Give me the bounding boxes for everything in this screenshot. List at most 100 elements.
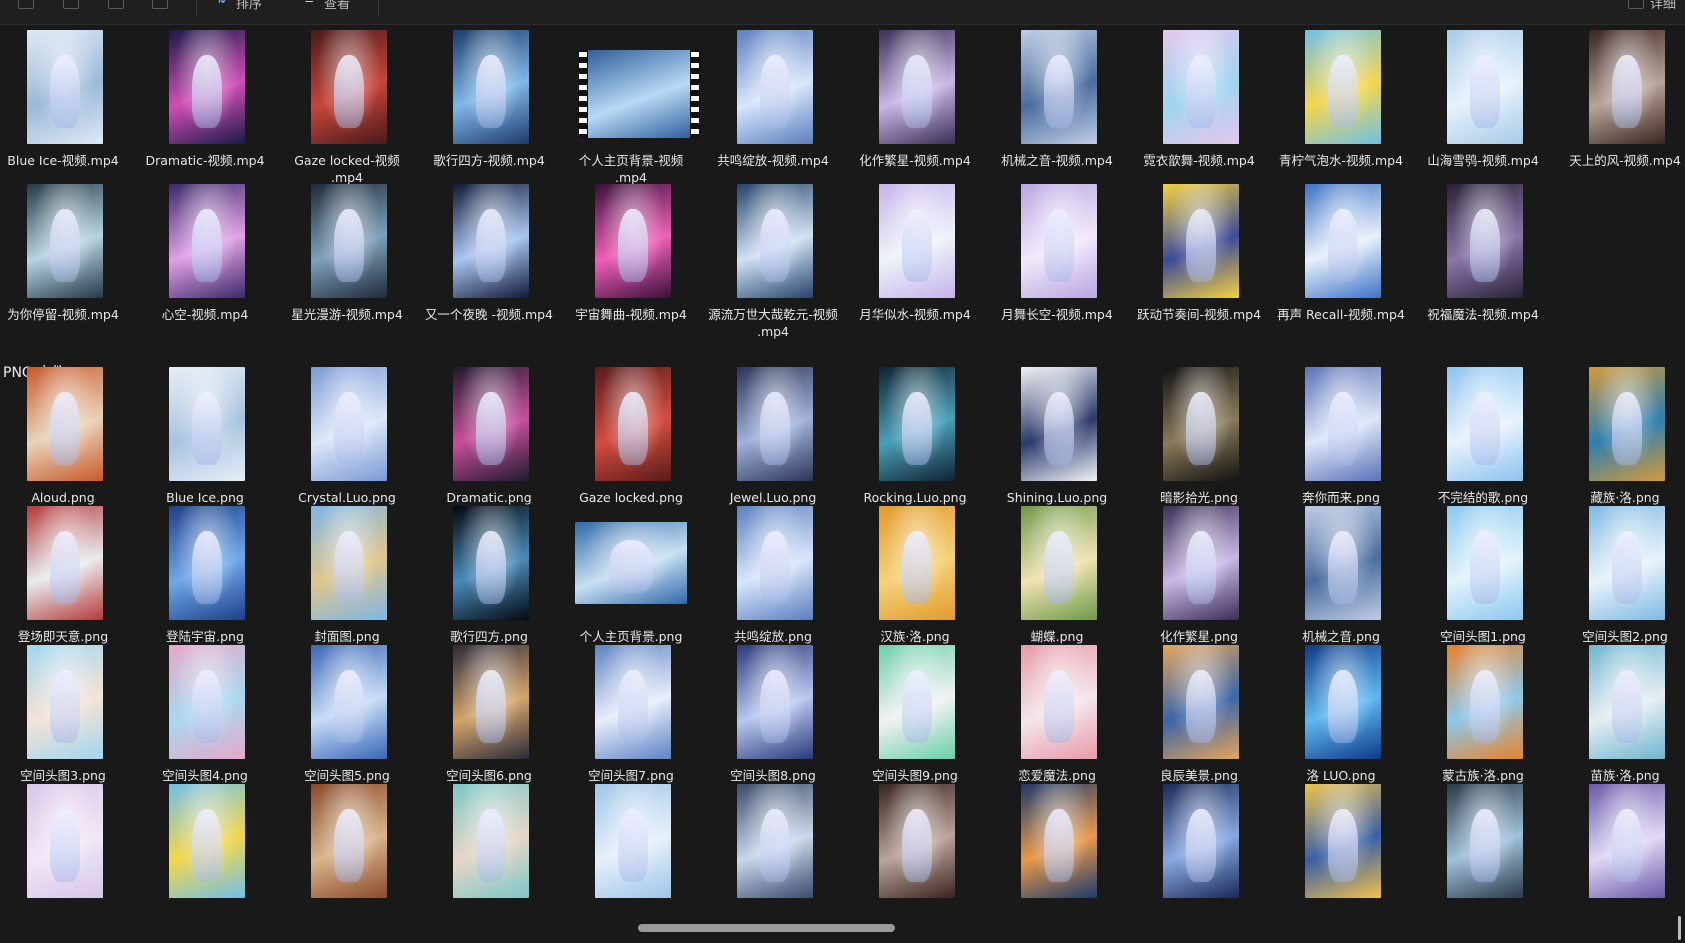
paste-icon[interactable] — [108, 0, 124, 9]
file-name-label: 封面图.png — [314, 629, 380, 644]
file-thumbnail — [311, 367, 387, 481]
file-thumbnail — [27, 367, 103, 481]
file-name-label: 空间头图7.png — [588, 768, 674, 783]
file-thumbnail — [879, 184, 955, 298]
file-name-label: Gaze locked.png — [579, 490, 683, 505]
sort-icon[interactable]: ⇅ — [216, 0, 226, 6]
file-name-label: Blue Ice-视频.mp4 — [7, 153, 119, 168]
file-thumbnail — [1589, 645, 1665, 759]
file-name-label: Jewel.Luo.png — [729, 490, 817, 505]
file-thumbnail — [1021, 645, 1097, 759]
file-name-label: 再声 Recall-视频.mp4 — [1277, 307, 1405, 322]
file-name-label: 化作繁星-视频.mp4 — [859, 153, 971, 168]
file-thumbnail — [169, 367, 245, 481]
file-thumbnail — [1163, 784, 1239, 898]
file-name-label: 空间头图4.png — [162, 768, 248, 783]
file-thumbnail — [1021, 367, 1097, 481]
file-thumbnail — [311, 506, 387, 620]
file-thumbnail — [1589, 367, 1665, 481]
copy-icon[interactable] — [63, 0, 79, 9]
file-thumbnail — [595, 367, 671, 481]
file-thumbnail — [169, 184, 245, 298]
file-name-label: 星光漫游-视频.mp4 — [291, 307, 403, 322]
file-name-label: 空间头图6.png — [446, 768, 532, 783]
file-thumbnail — [575, 522, 687, 604]
file-thumbnail — [737, 645, 813, 759]
view-icon[interactable]: ≡ — [304, 0, 314, 6]
file-thumbnail — [1021, 30, 1097, 144]
file-thumbnail — [311, 784, 387, 898]
file-name-label: Shining.Luo.png — [1006, 490, 1108, 505]
file-name-label: 青柠气泡水-视频.mp4 — [1278, 153, 1404, 168]
file-thumbnail — [1305, 367, 1381, 481]
file-thumbnail — [1163, 184, 1239, 298]
file-thumbnail — [27, 645, 103, 759]
file-thumbnail — [595, 184, 671, 298]
file-thumbnail — [27, 184, 103, 298]
file-thumbnail — [453, 184, 529, 298]
file-name-label: 个人主页背景-视频 .mp4 — [578, 153, 684, 185]
file-thumbnail — [595, 784, 671, 898]
file-name-label: 苗族·洛.png — [1590, 768, 1660, 783]
file-name-label: 良辰美景.png — [1160, 768, 1238, 783]
file-name-label: 月舞长空-视频.mp4 — [1001, 307, 1113, 322]
file-thumbnail — [1021, 184, 1097, 298]
file-thumbnail — [311, 30, 387, 144]
file-thumbnail — [453, 506, 529, 620]
file-name-label: 为你停留-视频.mp4 — [7, 307, 119, 322]
file-name-label: 共鸣绽放-视频.mp4 — [717, 153, 829, 168]
file-name-label: 歌行四方-视频.mp4 — [433, 153, 545, 168]
horizontal-scrollbar[interactable] — [638, 924, 895, 932]
file-thumbnail — [27, 30, 103, 144]
file-thumbnail — [1163, 506, 1239, 620]
toolbar-divider — [378, 0, 379, 16]
file-thumbnail — [1021, 784, 1097, 898]
delete-icon[interactable] — [152, 0, 168, 9]
file-thumbnail — [453, 30, 529, 144]
file-name-label: 洛 LUO.png — [1306, 768, 1376, 783]
file-thumbnail — [737, 184, 813, 298]
file-name-label: 藏族·洛.png — [1590, 490, 1660, 505]
file-name-label: 化作繁星.png — [1160, 629, 1238, 644]
file-thumbnail — [27, 506, 103, 620]
file-thumbnail — [1447, 184, 1523, 298]
file-name-label: Rocking.Luo.png — [863, 490, 967, 505]
file-thumbnail — [737, 784, 813, 898]
new-item-icon[interactable] — [18, 0, 34, 9]
file-thumbnail — [1305, 30, 1381, 144]
file-name-label: 心空-视频.mp4 — [161, 307, 249, 322]
file-name-label: Dramatic.png — [446, 490, 532, 505]
file-name-label: 登场即天意.png — [17, 629, 109, 644]
file-name-label: 霓衣歆舞-视频.mp4 — [1143, 153, 1255, 168]
file-thumbnail — [737, 506, 813, 620]
file-thumbnail — [578, 50, 700, 138]
file-name-label: 个人主页背景.png — [579, 629, 683, 644]
file-name-label: Dramatic-视频.mp4 — [145, 153, 265, 168]
sort-button[interactable]: 排序 — [236, 0, 262, 12]
details-button[interactable]: 详细 — [1650, 0, 1676, 12]
file-name-label: 机械之音.png — [1302, 629, 1380, 644]
file-name-label: 跃动节奏间-视频.mp4 — [1136, 307, 1262, 322]
file-thumbnail — [1589, 506, 1665, 620]
file-name-label: 宇宙舞曲-视频.mp4 — [575, 307, 687, 322]
file-thumbnail — [311, 645, 387, 759]
file-thumbnail — [1447, 784, 1523, 898]
file-thumbnail — [1447, 645, 1523, 759]
command-bar: ⇅ 排序 ≡ 查看 详细 — [0, 0, 1685, 25]
file-name-label: 山海雪鸮-视频.mp4 — [1427, 153, 1539, 168]
file-name-label: 月华似水-视频.mp4 — [859, 307, 971, 322]
file-explorer-window: ⇅ 排序 ≡ 查看 详细 PNG 文件 Blue Ice-视频.mp4Drama… — [0, 0, 1685, 943]
file-thumbnail — [1589, 784, 1665, 898]
view-button[interactable]: 查看 — [324, 0, 350, 12]
file-thumbnail — [1589, 30, 1665, 144]
file-thumbnail — [453, 784, 529, 898]
details-pane-icon[interactable] — [1628, 0, 1644, 9]
file-name-label: 机械之音-视频.mp4 — [1001, 153, 1113, 168]
file-thumbnail — [311, 184, 387, 298]
file-thumbnail — [453, 645, 529, 759]
file-name-label: Gaze locked-视频 .mp4 — [294, 153, 400, 185]
vertical-scrollbar[interactable] — [1678, 916, 1681, 940]
file-thumbnail — [595, 645, 671, 759]
file-thumbnail — [1447, 367, 1523, 481]
file-name-label: 蒙古族·洛.png — [1442, 768, 1524, 783]
